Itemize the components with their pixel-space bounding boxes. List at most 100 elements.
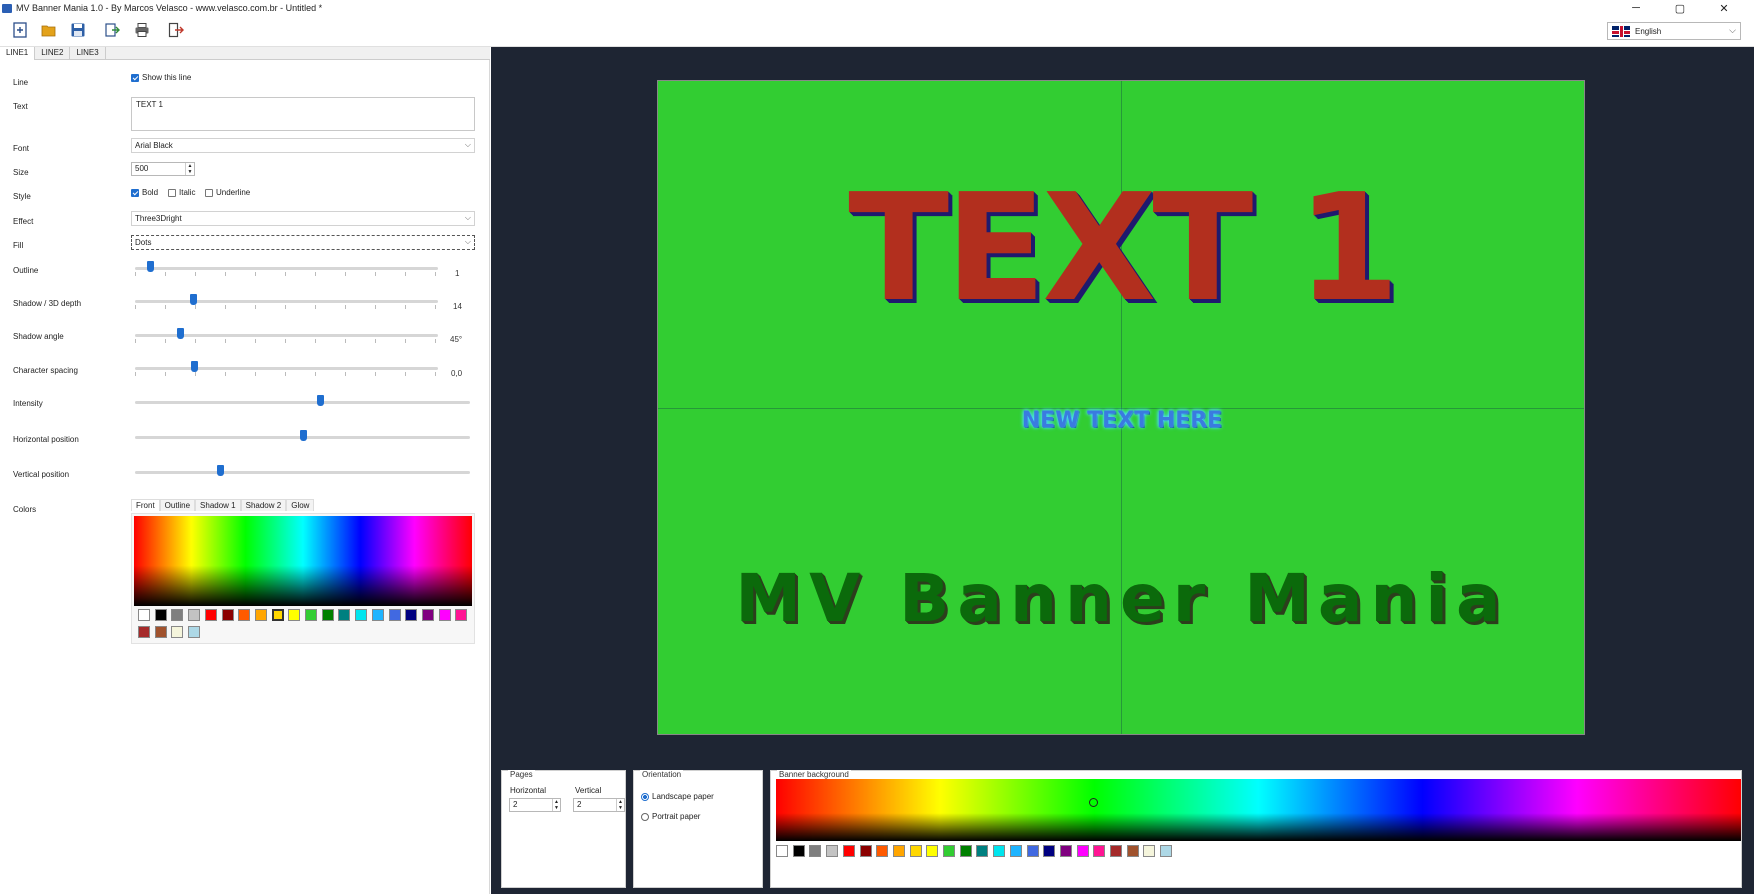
- color-swatch[interactable]: [1126, 845, 1139, 857]
- banner-line1[interactable]: TEXT 1: [658, 168, 1584, 328]
- spacing-slider[interactable]: [135, 361, 440, 376]
- color-swatch[interactable]: [892, 845, 905, 857]
- color-swatch[interactable]: [1009, 845, 1022, 857]
- color-swatch[interactable]: [1143, 845, 1156, 857]
- color-swatch[interactable]: [271, 609, 284, 621]
- tab-line3[interactable]: LINE3: [70, 47, 106, 60]
- tab-line2[interactable]: LINE2: [35, 47, 71, 60]
- background-spectrum[interactable]: [776, 779, 1741, 841]
- tab-glow[interactable]: Glow: [286, 499, 315, 511]
- color-swatch[interactable]: [809, 845, 822, 857]
- color-swatch[interactable]: [959, 845, 972, 857]
- landscape-radio[interactable]: Landscape paper: [641, 792, 714, 801]
- color-swatch[interactable]: [438, 609, 451, 621]
- color-swatch[interactable]: [188, 626, 201, 638]
- font-select[interactable]: Arial Black ⌵: [131, 138, 475, 153]
- color-spectrum[interactable]: [134, 516, 472, 606]
- color-swatch[interactable]: [305, 609, 317, 621]
- slider-thumb[interactable]: [217, 465, 224, 476]
- color-swatch[interactable]: [826, 845, 839, 857]
- intensity-slider[interactable]: [135, 395, 471, 409]
- color-swatch[interactable]: [1160, 845, 1173, 857]
- minimize-button[interactable]: ─: [1614, 2, 1658, 14]
- color-swatch[interactable]: [943, 845, 955, 857]
- color-swatch[interactable]: [238, 609, 251, 621]
- underline-checkbox[interactable]: Underline: [205, 188, 250, 197]
- color-swatch[interactable]: [204, 609, 217, 621]
- show-line-checkbox[interactable]: Show this line: [131, 73, 191, 82]
- new-icon[interactable]: [12, 22, 28, 38]
- tab-shadow1[interactable]: Shadow 1: [195, 499, 241, 511]
- open-icon[interactable]: [41, 22, 57, 38]
- color-swatch[interactable]: [776, 845, 788, 857]
- slider-thumb[interactable]: [190, 294, 197, 305]
- hpos-slider[interactable]: [135, 430, 471, 444]
- banner-preview[interactable]: TEXT 1 NEW TEXT HERE MV Banner Mania: [657, 80, 1585, 735]
- color-swatch[interactable]: [171, 626, 184, 638]
- effect-select[interactable]: Three3Dright ⌵: [131, 211, 475, 226]
- maximize-button[interactable]: ▢: [1658, 2, 1702, 15]
- color-swatch[interactable]: [421, 609, 434, 621]
- spin-arrows-icon[interactable]: ▲ ▼: [552, 799, 560, 811]
- color-swatch[interactable]: [1093, 845, 1106, 857]
- text-input[interactable]: TEXT 1: [131, 97, 475, 131]
- color-swatch[interactable]: [138, 626, 150, 638]
- close-button[interactable]: ✕: [1702, 2, 1746, 15]
- color-swatch[interactable]: [1076, 845, 1089, 857]
- italic-checkbox[interactable]: Italic: [168, 188, 195, 197]
- print-icon[interactable]: [134, 22, 150, 38]
- banner-line2[interactable]: NEW TEXT HERE: [658, 406, 1584, 436]
- vpos-slider[interactable]: [135, 465, 471, 479]
- tab-shadow2[interactable]: Shadow 2: [240, 499, 287, 511]
- color-swatch[interactable]: [288, 609, 301, 621]
- slider-thumb[interactable]: [300, 430, 307, 441]
- color-picker-marker[interactable]: [1089, 798, 1098, 807]
- exit-icon[interactable]: [168, 22, 184, 38]
- color-swatch[interactable]: [355, 609, 368, 621]
- color-swatch[interactable]: [859, 845, 872, 857]
- tab-line1[interactable]: LINE1: [0, 47, 36, 60]
- color-swatch[interactable]: [154, 609, 167, 621]
- color-swatch[interactable]: [1110, 845, 1122, 857]
- color-swatch[interactable]: [993, 845, 1006, 857]
- tab-outline[interactable]: Outline: [159, 499, 196, 511]
- slider-thumb[interactable]: [317, 395, 324, 406]
- color-swatch[interactable]: [321, 609, 334, 621]
- bold-checkbox[interactable]: Bold: [131, 188, 158, 197]
- color-swatch[interactable]: [1043, 845, 1056, 857]
- export-icon[interactable]: [104, 22, 120, 38]
- color-swatch[interactable]: [792, 845, 805, 857]
- color-swatch[interactable]: [926, 845, 939, 857]
- slider-thumb[interactable]: [177, 328, 184, 339]
- size-stepper[interactable]: 500 ▲ ▼: [131, 162, 195, 176]
- tab-front[interactable]: Front: [131, 499, 160, 511]
- color-swatch[interactable]: [188, 609, 201, 621]
- color-swatch[interactable]: [371, 609, 384, 621]
- color-swatch[interactable]: [405, 609, 418, 621]
- color-swatch[interactable]: [909, 845, 922, 857]
- color-swatch[interactable]: [455, 609, 468, 621]
- color-swatch[interactable]: [254, 609, 267, 621]
- spin-arrows-icon[interactable]: ▲ ▼: [616, 799, 624, 811]
- color-swatch[interactable]: [388, 609, 401, 621]
- color-swatch[interactable]: [154, 626, 167, 638]
- fill-select[interactable]: Dots ⌵: [131, 235, 475, 250]
- outline-slider[interactable]: [135, 261, 440, 276]
- color-swatch[interactable]: [976, 845, 989, 857]
- spin-arrows-icon[interactable]: ▲ ▼: [185, 163, 194, 175]
- language-select[interactable]: English ⌵: [1607, 22, 1741, 40]
- portrait-radio[interactable]: Portrait paper: [641, 812, 700, 821]
- vertical-pages-stepper[interactable]: 2 ▲ ▼: [573, 798, 625, 812]
- slider-thumb[interactable]: [191, 361, 198, 372]
- slider-thumb[interactable]: [147, 261, 154, 272]
- horizontal-pages-stepper[interactable]: 2 ▲ ▼: [509, 798, 561, 812]
- color-swatch[interactable]: [171, 609, 184, 621]
- color-swatch[interactable]: [338, 609, 351, 621]
- save-icon[interactable]: [70, 22, 86, 38]
- color-swatch[interactable]: [842, 845, 855, 857]
- shadow-angle-slider[interactable]: [135, 328, 440, 343]
- color-swatch[interactable]: [1026, 845, 1039, 857]
- color-swatch[interactable]: [138, 609, 150, 621]
- shadow-depth-slider[interactable]: [135, 294, 440, 309]
- color-swatch[interactable]: [876, 845, 889, 857]
